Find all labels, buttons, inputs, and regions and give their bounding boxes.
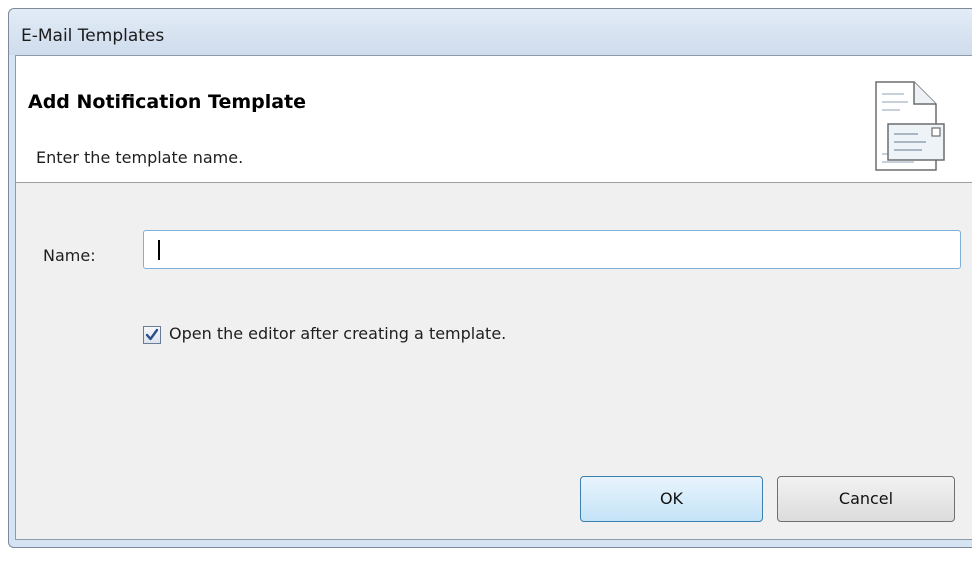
text-caret [158, 240, 160, 260]
email-template-icon [875, 81, 945, 171]
banner-subtitle: Enter the template name. [36, 148, 244, 167]
dialog-client-area: Add Notification Template Enter the temp… [15, 55, 972, 540]
open-editor-label[interactable]: Open the editor after creating a templat… [169, 324, 506, 343]
dialog-window: E-Mail Templates Add Notification Templa… [8, 8, 972, 548]
ok-button[interactable]: OK [580, 476, 763, 522]
cancel-button[interactable]: Cancel [777, 476, 955, 522]
name-label: Name: [43, 246, 96, 265]
name-input[interactable] [143, 230, 961, 269]
title-bar[interactable]: E-Mail Templates [9, 9, 972, 55]
window-title: E-Mail Templates [21, 26, 165, 46]
wizard-banner: Add Notification Template Enter the temp… [16, 56, 972, 183]
checkmark-icon [145, 328, 159, 341]
banner-title: Add Notification Template [28, 91, 307, 113]
open-editor-checkbox[interactable] [143, 326, 161, 344]
